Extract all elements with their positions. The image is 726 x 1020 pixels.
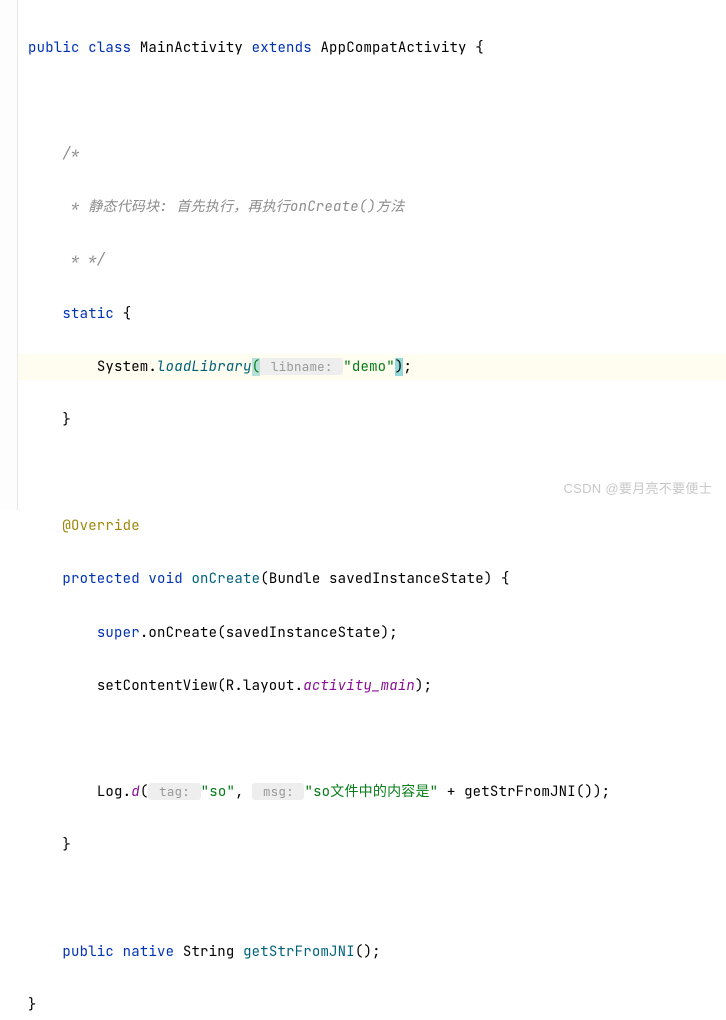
comment: /*: [62, 145, 79, 163]
watermark-text: CSDN @要月亮不要便士: [563, 477, 712, 502]
keyword: native: [123, 943, 175, 961]
keyword: extends: [252, 39, 312, 57]
super-call: .onCreate(savedInstanceState);: [140, 624, 398, 642]
keyword: class: [88, 39, 131, 57]
keyword: protected: [62, 570, 139, 588]
code-line: [28, 88, 726, 115]
class-name: AppCompatActivity: [320, 39, 466, 57]
brace: {: [114, 305, 131, 323]
code-editor: public class MainActivity extends AppCom…: [0, 8, 726, 1020]
param-hint: msg:: [252, 783, 304, 800]
code-line: [28, 726, 726, 753]
keyword: public: [28, 39, 80, 57]
method-decl: onCreate: [191, 570, 260, 588]
code-line: }: [28, 992, 726, 1019]
keyword: public: [62, 943, 114, 961]
code-line: setContentView(R.layout.activity_main);: [28, 673, 726, 700]
string-literal: "so文件中的内容是": [304, 783, 438, 801]
code-line: public class MainActivity extends AppCom…: [28, 35, 726, 62]
code-line: [28, 886, 726, 913]
method-decl: getStrFromJNI: [243, 943, 355, 961]
params: ();: [355, 943, 381, 961]
keyword: static: [62, 305, 114, 323]
field-ref: activity_main: [303, 677, 415, 695]
caret-left: (: [252, 358, 261, 376]
brace: {: [467, 39, 484, 57]
code-line: @Override: [28, 513, 726, 540]
keyword: void: [148, 570, 182, 588]
keyword: super: [97, 624, 140, 642]
class-ref: System: [97, 358, 149, 376]
method-call: setContentView(R.layout.: [97, 677, 303, 695]
brace: }: [28, 996, 37, 1014]
dot: .: [123, 783, 132, 801]
param-hint: libname:: [260, 358, 343, 375]
param-hint: tag:: [148, 783, 200, 800]
params: (Bundle savedInstanceState) {: [260, 570, 509, 588]
semicolon: ;: [403, 358, 412, 376]
dot: .: [148, 358, 157, 376]
class-name: MainActivity: [140, 39, 243, 57]
code-line: }: [28, 832, 726, 859]
code-line: }: [28, 407, 726, 434]
code-line: static {: [28, 301, 726, 328]
class-ref: Log: [97, 783, 123, 801]
static-method: d: [131, 783, 140, 801]
code-line: /*: [28, 141, 726, 168]
annotation: @Override: [62, 517, 139, 535]
code-line: * 静态代码块: 首先执行，再执行onCreate()方法: [28, 194, 726, 221]
string-literal: "so": [201, 783, 235, 801]
brace: }: [62, 836, 71, 854]
code-line: protected void onCreate(Bundle savedInst…: [28, 566, 726, 593]
comment: * 静态代码块: 首先执行，再执行onCreate()方法: [62, 198, 404, 216]
editor-gutter: [0, 0, 18, 510]
brace: }: [62, 411, 71, 429]
code-line: public native String getStrFromJNI();: [28, 939, 726, 966]
return-type: String: [183, 943, 235, 961]
highlighted-line: System.loadLibrary( libname: "demo");: [0, 354, 726, 381]
comment: * */: [62, 251, 105, 269]
string-literal: "demo": [343, 358, 395, 376]
code-line: * */: [28, 247, 726, 274]
code-line: super.onCreate(savedInstanceState);: [28, 620, 726, 647]
comma: ,: [235, 783, 252, 801]
concat: + getStrFromJNI());: [438, 783, 610, 801]
method-call: loadLibrary: [157, 358, 252, 376]
close: );: [415, 677, 432, 695]
code-line: Log.d( tag: "so", msg: "so文件中的内容是" + get…: [28, 779, 726, 806]
